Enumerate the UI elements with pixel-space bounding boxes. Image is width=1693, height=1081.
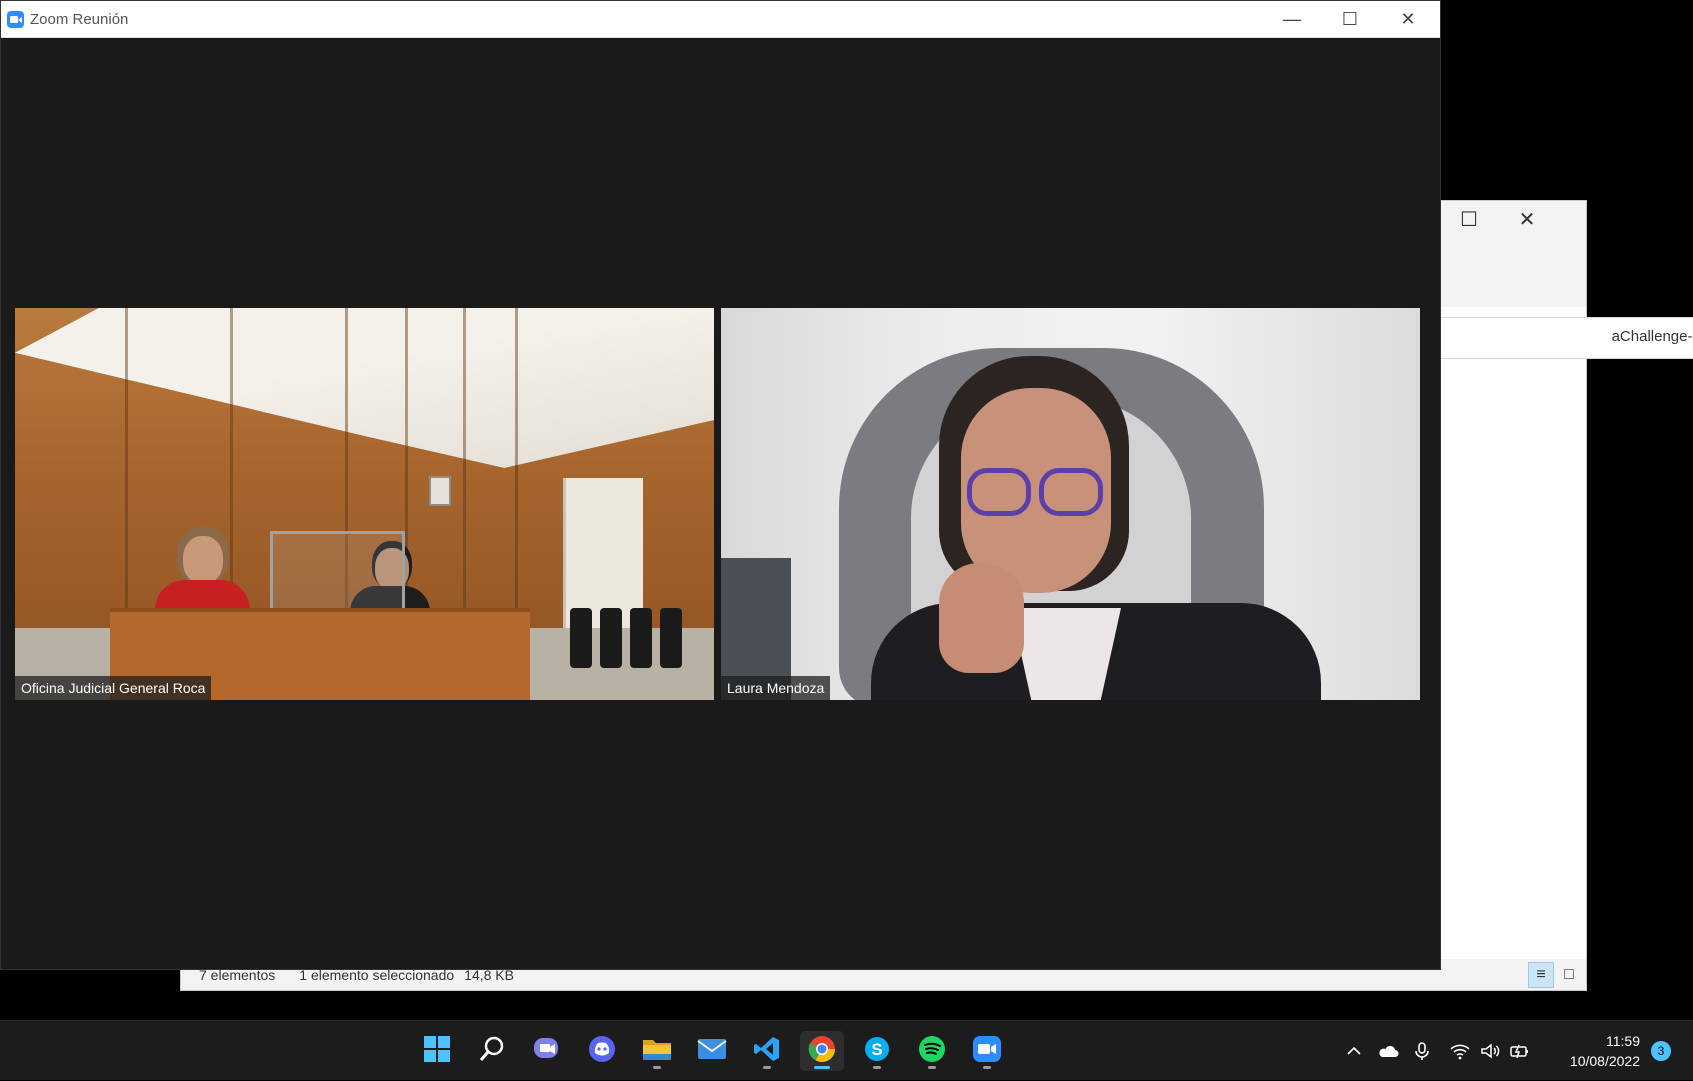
video-tile-courtroom[interactable]: Oficina Judicial General Roca: [15, 308, 714, 700]
taskbar-chrome[interactable]: [800, 1031, 844, 1071]
mail-icon: [697, 1037, 727, 1066]
zoom-close-button[interactable]: ✕: [1379, 1, 1437, 38]
taskbar: S 11:59 10/08/2022 3: [0, 1020, 1693, 1080]
zoom-meeting-window: Zoom Reunión — ☐ ✕ Oficina Judicial Gene…: [0, 0, 1441, 970]
windows-logo: [423, 1035, 451, 1068]
details-view-button[interactable]: ≡: [1528, 962, 1554, 988]
clock-date: 10/08/2022: [1569, 1053, 1640, 1069]
discord-icon: [587, 1035, 617, 1068]
large-icons-view-button[interactable]: □: [1556, 962, 1582, 988]
zoom-maximize-button[interactable]: ☐: [1321, 1, 1379, 38]
onedrive-cloud-icon[interactable]: [1377, 1042, 1399, 1060]
video-tile-webcam[interactable]: Laura Mendoza: [721, 308, 1420, 700]
window-title: Zoom Reunión: [30, 11, 129, 28]
zoom-icon: [972, 1035, 1002, 1068]
participant-name-label: Laura Mendoza: [721, 676, 831, 700]
taskbar-start-button[interactable]: [415, 1031, 459, 1071]
system-tray: [1345, 1021, 1531, 1081]
taskbar-discord[interactable]: [580, 1031, 624, 1071]
running-indicator: [653, 1066, 661, 1069]
folder-icon: [642, 1036, 672, 1067]
zoom-minimize-button[interactable]: —: [1263, 1, 1321, 38]
search-icon: [478, 1035, 506, 1068]
running-indicator: [814, 1066, 830, 1069]
microphone-icon[interactable]: [1413, 1041, 1431, 1061]
desk-shape: [360, 608, 530, 700]
running-indicator: [763, 1066, 771, 1069]
chrome-icon: [808, 1035, 836, 1068]
taskbar-teams-chat[interactable]: [525, 1031, 569, 1071]
hand-shape: [939, 563, 1024, 673]
notification-badge[interactable]: 3: [1651, 1041, 1671, 1061]
wifi-icon[interactable]: [1449, 1042, 1471, 1060]
spotify-icon: [918, 1035, 946, 1068]
zoom-logo-icon: [7, 11, 24, 28]
taskbar-skype[interactable]: S: [855, 1031, 899, 1071]
skype-icon: S: [863, 1035, 891, 1068]
ceiling-shape: [15, 308, 714, 468]
taskbar-search[interactable]: [470, 1031, 514, 1071]
vscode-icon: [753, 1035, 781, 1068]
svg-text:S: S: [871, 1040, 882, 1059]
taskbar-file-explorer[interactable]: [635, 1031, 679, 1071]
taskbar-spotify[interactable]: [910, 1031, 954, 1071]
running-indicator: [983, 1066, 991, 1069]
chevron-up-icon[interactable]: [1345, 1042, 1363, 1060]
wall-frame: [429, 476, 451, 506]
clock-time: 11:59: [1606, 1033, 1640, 1049]
explorer-close-button[interactable]: ✕: [1498, 201, 1556, 237]
zoom-titlebar: Zoom Reunión — ☐ ✕: [1, 1, 1440, 38]
taskbar-vscode[interactable]: [745, 1031, 789, 1071]
taskbar-zoom[interactable]: [965, 1031, 1009, 1071]
explorer-tab[interactable]: aChallenge-Front-...: [1431, 317, 1693, 359]
taskbar-mail[interactable]: [690, 1031, 734, 1071]
participant-name-label: Oficina Judicial General Roca: [15, 676, 212, 700]
battery-charging-icon[interactable]: [1509, 1042, 1531, 1060]
taskbar-clock[interactable]: 11:59 10/08/2022: [1570, 1031, 1640, 1071]
running-indicator: [873, 1066, 881, 1069]
volume-icon[interactable]: [1479, 1042, 1501, 1060]
chat-icon: [532, 1035, 562, 1068]
glasses-icon: [967, 468, 1031, 516]
explorer-maximize-button[interactable]: ☐: [1440, 201, 1498, 237]
running-indicator: [928, 1066, 936, 1069]
